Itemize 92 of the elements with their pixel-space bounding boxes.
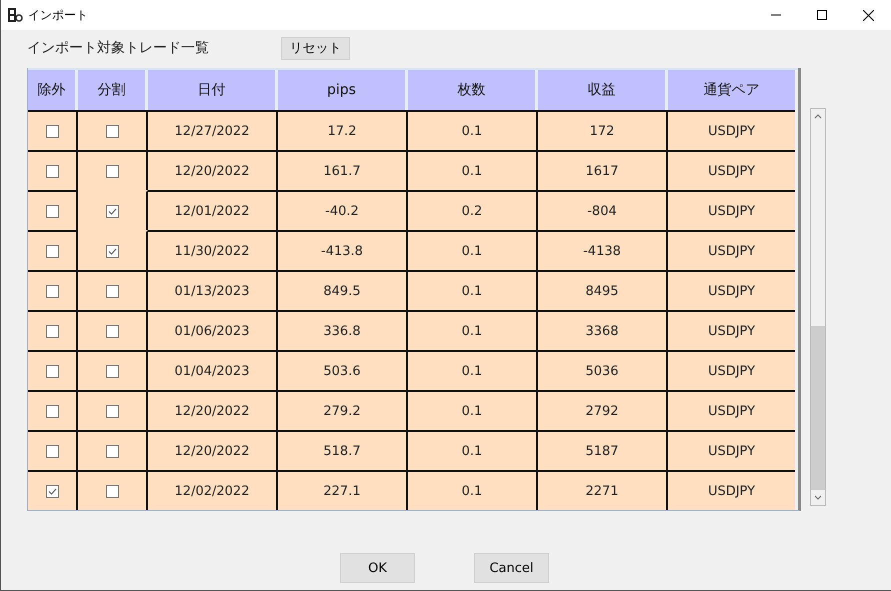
table-cell: -40.2 bbox=[278, 190, 408, 230]
maximize-icon[interactable] bbox=[817, 10, 827, 20]
check-icon bbox=[48, 488, 56, 494]
column-header: 収益 bbox=[538, 70, 668, 110]
table-cell: 5036 bbox=[538, 350, 668, 390]
table-cell: 0.1 bbox=[408, 110, 538, 150]
table-cell: 227.1 bbox=[278, 470, 408, 510]
table-cell: 0.1 bbox=[408, 230, 538, 270]
column-header: 通貨ペア bbox=[668, 70, 795, 110]
split-checkbox[interactable] bbox=[106, 204, 118, 218]
split-checkbox[interactable] bbox=[106, 404, 118, 418]
split-checkbox[interactable] bbox=[106, 324, 118, 338]
exclude-checkbox[interactable] bbox=[46, 444, 58, 458]
split-checkbox[interactable] bbox=[106, 364, 118, 378]
scroll-thumb[interactable] bbox=[811, 326, 825, 490]
table-cell: 849.5 bbox=[278, 270, 408, 310]
table-cell: USDJPY bbox=[668, 310, 795, 350]
column-header: 日付 bbox=[148, 70, 278, 110]
split-checkbox[interactable] bbox=[106, 244, 118, 258]
table-cell: 0.1 bbox=[408, 270, 538, 310]
table-cell: USDJPY bbox=[668, 350, 795, 390]
table-cell: 12/20/2022 bbox=[148, 150, 278, 190]
exclude-checkbox[interactable] bbox=[46, 484, 58, 498]
column-header: pips bbox=[278, 70, 408, 110]
dialog-button[interactable]: OK bbox=[340, 553, 415, 583]
table-cell: 12/20/2022 bbox=[148, 430, 278, 470]
table-cell: USDJPY bbox=[668, 230, 795, 270]
table-cell: 2792 bbox=[538, 390, 668, 430]
exclude-checkbox[interactable] bbox=[46, 284, 58, 298]
exclude-checkbox[interactable] bbox=[46, 164, 58, 178]
exclude-checkbox[interactable] bbox=[46, 404, 58, 418]
exclude-checkbox[interactable] bbox=[46, 364, 58, 378]
split-checkbox[interactable] bbox=[106, 444, 118, 458]
table-cell: 01/06/2023 bbox=[148, 310, 278, 350]
split-checkbox[interactable] bbox=[106, 124, 118, 138]
app-icon bbox=[8, 7, 24, 23]
table-cell: 12/01/2022 bbox=[148, 190, 278, 230]
table-cell: USDJPY bbox=[668, 470, 795, 510]
split-checkbox[interactable] bbox=[106, 484, 118, 498]
table-cell: 11/30/2022 bbox=[148, 230, 278, 270]
table-cell: -4138 bbox=[538, 230, 668, 270]
table-cell: 0.1 bbox=[408, 150, 538, 190]
table-cell: USDJPY bbox=[668, 190, 795, 230]
column-header: 分割 bbox=[78, 70, 148, 110]
table-cell: 0.1 bbox=[408, 390, 538, 430]
column-header: 枚数 bbox=[408, 70, 538, 110]
table-cell: 172 bbox=[538, 110, 668, 150]
table-cell: -804 bbox=[538, 190, 668, 230]
dialog-button[interactable]: Cancel bbox=[474, 553, 549, 583]
table-cell: 17.2 bbox=[278, 110, 408, 150]
table-cell: 336.8 bbox=[278, 310, 408, 350]
table-cell: 0.1 bbox=[408, 350, 538, 390]
scroll-up-icon[interactable] bbox=[814, 114, 822, 119]
check-icon bbox=[108, 248, 116, 254]
scroll-down-icon[interactable] bbox=[814, 495, 822, 500]
table-cell: 01/04/2023 bbox=[148, 350, 278, 390]
list-heading: インポート対象トレード一覧 bbox=[27, 39, 210, 57]
table-cell: 8495 bbox=[538, 270, 668, 310]
table-cell: 0.1 bbox=[408, 430, 538, 470]
exclude-checkbox[interactable] bbox=[46, 244, 58, 258]
table-cell: 12/02/2022 bbox=[148, 470, 278, 510]
table-cell: USDJPY bbox=[668, 150, 795, 190]
table-cell: 5187 bbox=[538, 430, 668, 470]
table-cell: 161.7 bbox=[278, 150, 408, 190]
close-icon[interactable] bbox=[863, 10, 874, 20]
table-cell: 12/20/2022 bbox=[148, 390, 278, 430]
table-cell: 279.2 bbox=[278, 390, 408, 430]
table-cell: 518.7 bbox=[278, 430, 408, 470]
split-checkbox[interactable] bbox=[106, 164, 118, 178]
exclude-checkbox[interactable] bbox=[46, 124, 58, 138]
table-cell: 12/27/2022 bbox=[148, 110, 278, 150]
table-cell: USDJPY bbox=[668, 430, 795, 470]
table-cell: -413.8 bbox=[278, 230, 408, 270]
exclude-checkbox[interactable] bbox=[46, 204, 58, 218]
split-checkbox[interactable] bbox=[106, 284, 118, 298]
table-cell: 3368 bbox=[538, 310, 668, 350]
table-cell: 0.1 bbox=[408, 310, 538, 350]
table-cell: 0.2 bbox=[408, 190, 538, 230]
table-cell: 01/13/2023 bbox=[148, 270, 278, 310]
table-cell: USDJPY bbox=[668, 270, 795, 310]
table-cell: USDJPY bbox=[668, 110, 795, 150]
exclude-checkbox[interactable] bbox=[46, 324, 58, 338]
check-icon bbox=[108, 208, 116, 214]
window-title: インポート bbox=[28, 6, 88, 24]
table-cell: 0.1 bbox=[408, 470, 538, 510]
column-header: 除外 bbox=[28, 70, 78, 110]
table-cell: 2271 bbox=[538, 470, 668, 510]
table-cell: 503.6 bbox=[278, 350, 408, 390]
scrollbar[interactable] bbox=[810, 108, 826, 506]
table-cell: 1617 bbox=[538, 150, 668, 190]
table-cell: USDJPY bbox=[668, 390, 795, 430]
reset-button[interactable]: リセット bbox=[281, 36, 350, 60]
